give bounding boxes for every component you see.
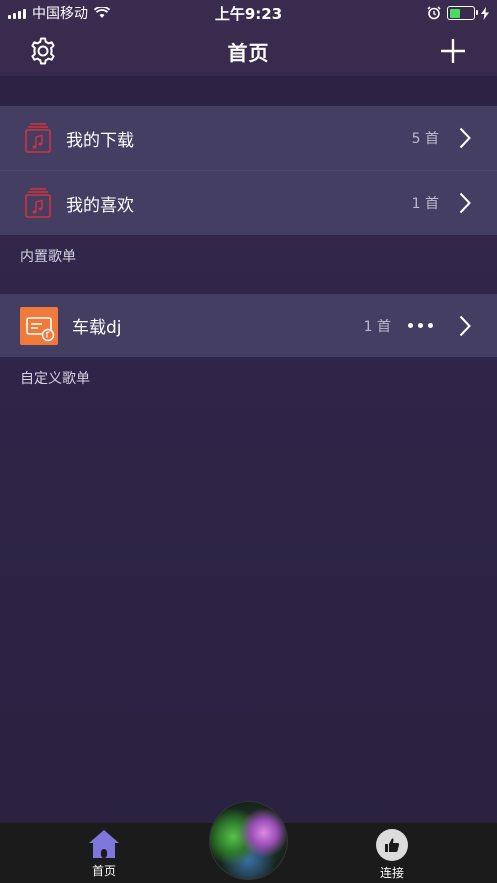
settings-button[interactable] [25,33,61,69]
list-item-car-dj[interactable]: 车载dj 1 首 [0,294,497,357]
home-icon [89,830,119,858]
status-bar: 中国移动 上午9:23 [0,0,497,26]
status-left: 中国移动 [8,3,110,23]
status-right [427,6,489,20]
music-note-icon [24,122,52,154]
tab-label: 连接 [379,866,404,880]
gear-icon [31,37,55,65]
section-label-custom: 自定义歌单 [20,371,90,387]
nav-bar: 首页 [0,26,497,76]
list-item-downloads[interactable]: 我的下载 5 首 [0,106,497,170]
tab-connect[interactable]: 连接 [362,829,422,881]
chevron-right-icon [459,315,471,337]
playlist-cover-icon [20,306,58,345]
carrier-label: 中国移动 [32,6,88,22]
alarm-icon [427,6,441,20]
playlist-label: 车载dj [72,318,122,338]
now-playing-disc[interactable] [209,801,288,880]
song-count: 1 首 [363,318,391,335]
chevron-right-icon [459,127,471,149]
tab-label: 首页 [91,864,116,878]
chevron-right-icon [459,192,471,214]
page-title: 首页 [227,40,270,65]
playlist-label: 我的喜欢 [66,195,134,216]
battery-icon [447,6,478,20]
more-options-icon[interactable] [408,323,433,328]
thumbs-up-icon [376,829,408,861]
signal-icon [8,7,26,19]
battery-level [449,8,460,18]
music-note-icon [24,187,52,219]
wifi-icon [94,7,110,18]
plus-icon [441,39,465,63]
tab-home[interactable]: 首页 [74,829,134,879]
top-spacer [0,76,497,106]
song-count: 1 首 [411,196,439,212]
charging-icon [481,6,489,20]
section-label-builtin: 内置歌单 [20,249,76,265]
add-playlist-button[interactable] [435,33,471,69]
list-item-favorites[interactable]: 我的喜欢 1 首 [0,171,497,235]
status-time: 上午9:23 [214,4,283,23]
playlist-label: 我的下载 [66,130,134,151]
song-count: 5 首 [411,131,439,147]
